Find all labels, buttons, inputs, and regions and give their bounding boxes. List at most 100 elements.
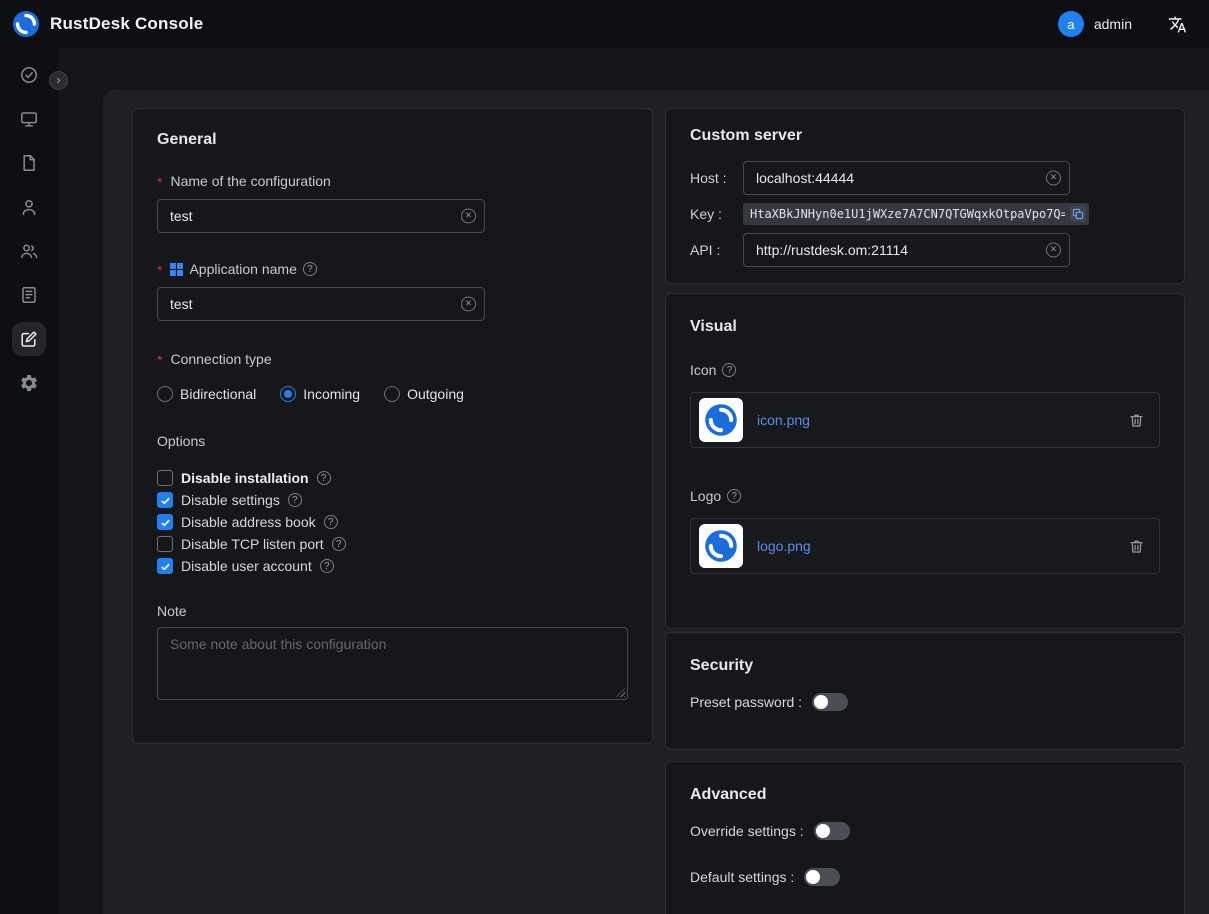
advanced-card: Advanced Override settings : Default set… [665, 761, 1185, 914]
default-settings-toggle[interactable] [804, 868, 840, 886]
custom-server-title: Custom server [690, 127, 1160, 145]
radio-incoming[interactable]: Incoming [280, 386, 360, 402]
disable-user-account-help-icon[interactable] [320, 559, 334, 573]
security-card: Security Preset password : [665, 632, 1185, 750]
note-label: Note [157, 603, 628, 619]
sidebar-item-devices[interactable] [15, 105, 43, 133]
checkbox-box [157, 536, 173, 552]
clear-application-name-icon[interactable] [461, 297, 476, 312]
settings-icon [19, 373, 39, 393]
api-input-wrap [743, 233, 1070, 267]
copy-icon [1071, 207, 1085, 221]
language-button[interactable] [1168, 15, 1187, 34]
default-settings-label: Default settings : [690, 869, 794, 885]
disable-address-book-help-icon[interactable] [324, 515, 338, 529]
checkbox-disable-tcp-listen-port[interactable]: Disable TCP listen port [157, 533, 628, 555]
sidebar-collapse-button[interactable] [49, 71, 68, 90]
checkbox-disable-settings[interactable]: Disable settings [157, 489, 628, 511]
app-title: RustDesk Console [50, 14, 203, 34]
delete-logo-button[interactable] [1128, 538, 1145, 555]
sidebar [0, 48, 58, 914]
radio-bidirectional[interactable]: Bidirectional [157, 386, 256, 402]
key-chip: HtaXBkJNHyn0e1U1jWXze7A7CN7QTGWqxkOtpaVp… [743, 203, 1089, 225]
icon-field-label: Icon [690, 360, 1160, 380]
checkbox-box [157, 492, 173, 508]
host-label: Host : [690, 170, 743, 186]
user-name: admin [1094, 16, 1132, 32]
header-right: a admin [1058, 11, 1187, 37]
icon-help-icon[interactable] [722, 363, 736, 377]
host-input[interactable] [743, 161, 1070, 195]
advanced-title: Advanced [690, 786, 1160, 804]
checkbox-disable-address-book[interactable]: Disable address book [157, 511, 628, 533]
sidebar-item-dashboard[interactable] [15, 61, 43, 89]
trash-icon [1128, 412, 1145, 429]
host-row: Host : [690, 161, 1160, 195]
checkbox-box [157, 514, 173, 530]
api-row: API : [690, 233, 1160, 267]
general-title: General [157, 131, 628, 149]
clear-api-icon[interactable] [1046, 243, 1061, 258]
brand: RustDesk Console [12, 10, 203, 38]
preset-password-label: Preset password : [690, 694, 802, 710]
app-header: RustDesk Console a admin [0, 0, 1209, 48]
sidebar-item-logs[interactable] [15, 281, 43, 309]
disable-settings-help-icon[interactable] [288, 493, 302, 507]
copy-key-button[interactable] [1070, 206, 1086, 222]
devices-icon [19, 109, 39, 129]
radio-dot [157, 386, 173, 402]
user-avatar[interactable]: a [1058, 11, 1084, 37]
application-name-help-icon[interactable] [303, 262, 317, 276]
main-content: General Name of the configuration Applic… [58, 48, 1209, 914]
application-name-input[interactable] [157, 287, 485, 321]
application-name-input-wrap [157, 287, 485, 321]
sidebar-item-custom-clients[interactable] [15, 325, 43, 353]
windows-icon [170, 263, 183, 276]
host-input-wrap [743, 161, 1070, 195]
override-settings-row: Override settings : [690, 820, 1160, 842]
name-input[interactable] [157, 199, 485, 233]
delete-icon-button[interactable] [1128, 412, 1145, 429]
logo-field-label: Logo [690, 486, 1160, 506]
override-settings-label: Override settings : [690, 823, 804, 839]
checkbox-disable-user-account[interactable]: Disable user account [157, 555, 628, 577]
icon-upload-box: icon.png [690, 392, 1160, 448]
disable-tcp-listen-port-help-icon[interactable] [332, 537, 346, 551]
icon-file-link[interactable]: icon.png [757, 412, 810, 428]
override-settings-toggle[interactable] [814, 822, 850, 840]
rustdesk-logo-icon [12, 10, 40, 38]
custom-clients-icon [19, 329, 39, 349]
application-name-label: Application name [157, 259, 628, 279]
sidebar-item-groups[interactable] [15, 237, 43, 265]
options-label: Options [157, 433, 628, 449]
logo-file-link[interactable]: logo.png [757, 538, 811, 554]
visual-title: Visual [690, 318, 1160, 336]
connection-type-label: Connection type [157, 349, 628, 369]
security-title: Security [690, 657, 1160, 675]
user-icon [19, 197, 39, 217]
preset-password-row: Preset password : [690, 691, 1160, 713]
note-wrap [157, 627, 628, 700]
preset-password-toggle[interactable] [812, 693, 848, 711]
translate-icon [1168, 15, 1187, 34]
radio-dot [280, 386, 296, 402]
sidebar-item-users[interactable] [15, 193, 43, 221]
logs-icon [19, 285, 39, 305]
clear-host-icon[interactable] [1046, 171, 1061, 186]
api-label: API : [690, 242, 743, 258]
logo-help-icon[interactable] [727, 489, 741, 503]
radio-outgoing[interactable]: Outgoing [384, 386, 464, 402]
groups-icon [19, 241, 39, 261]
checkbox-disable-installation[interactable]: Disable installation [157, 467, 628, 489]
radio-dot [384, 386, 400, 402]
logo-upload-box: logo.png [690, 518, 1160, 574]
sidebar-item-documents[interactable] [15, 149, 43, 177]
name-field-label: Name of the configuration [157, 171, 628, 191]
clear-name-icon[interactable] [461, 209, 476, 224]
disable-installation-help-icon[interactable] [317, 471, 331, 485]
api-input[interactable] [743, 233, 1070, 267]
key-row: Key : HtaXBkJNHyn0e1U1jWXze7A7CN7QTGWqxk… [690, 203, 1160, 225]
note-textarea[interactable] [157, 627, 628, 700]
general-card: General Name of the configuration Applic… [132, 108, 653, 744]
sidebar-item-settings[interactable] [15, 369, 43, 397]
